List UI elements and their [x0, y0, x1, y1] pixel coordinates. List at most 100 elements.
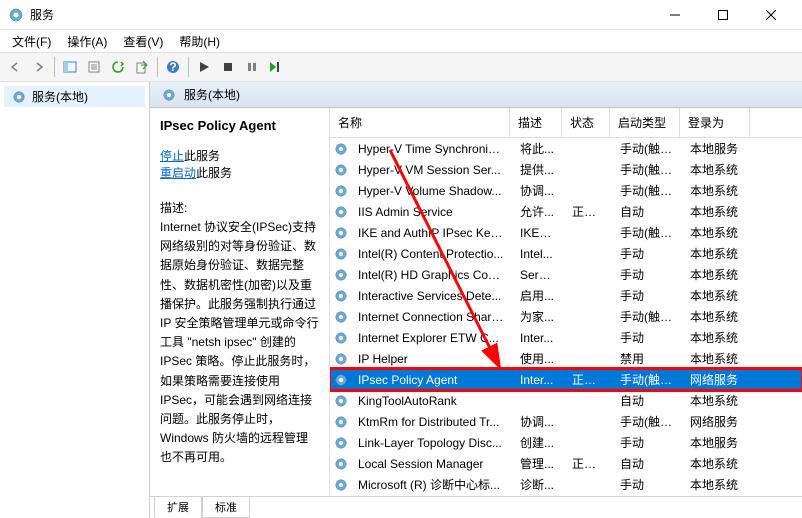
- gear-icon: [334, 352, 348, 366]
- cell-status: [564, 420, 612, 424]
- cell-desc: 创建...: [512, 432, 564, 453]
- service-row[interactable]: Local Session Manager管理...正在...自动本地系统: [330, 453, 802, 474]
- help-button[interactable]: ?: [162, 56, 184, 78]
- cell-status: [564, 189, 612, 193]
- cell-name: Interactive Services Dete...: [350, 287, 512, 305]
- back-button[interactable]: [4, 56, 26, 78]
- tab-extended[interactable]: 扩展: [154, 497, 202, 518]
- cell-logon: 本地系统: [682, 201, 752, 222]
- cell-name: Intel(R) HD Graphics Con...: [350, 266, 512, 284]
- service-row[interactable]: Intel(R) HD Graphics Con...Servi...手动本地系…: [330, 264, 802, 285]
- properties-button[interactable]: [83, 56, 105, 78]
- menu-view[interactable]: 查看(V): [115, 31, 171, 52]
- cell-desc: [512, 399, 564, 403]
- svg-text:?: ?: [169, 60, 176, 74]
- column-start[interactable]: 启动类型: [610, 108, 680, 137]
- column-status[interactable]: 状态: [562, 108, 610, 137]
- service-row[interactable]: Link-Layer Topology Disc...创建...手动本地服务: [330, 432, 802, 453]
- cell-start: 手动: [612, 327, 682, 348]
- cell-logon: 本地系统: [682, 327, 752, 348]
- cell-name: KtmRm for Distributed Tr...: [350, 413, 512, 431]
- cell-start: 手动(触发...: [612, 222, 682, 243]
- service-row[interactable]: KingToolAutoRank自动本地系统: [330, 390, 802, 411]
- close-button[interactable]: [748, 1, 794, 29]
- menu-action[interactable]: 操作(A): [59, 31, 115, 52]
- cell-status: 正在...: [564, 369, 612, 390]
- cell-name: Intel(R) Content Protectio...: [350, 245, 512, 263]
- cell-desc: 启用...: [512, 285, 564, 306]
- app-icon: [8, 7, 24, 23]
- cell-start: 手动: [612, 285, 682, 306]
- titlebar: 服务: [0, 0, 802, 30]
- cell-status: [564, 315, 612, 319]
- service-row[interactable]: Hyper-V Time Synchroniz...将此...手动(触发...本…: [330, 138, 802, 159]
- cell-logon: 本地系统: [682, 159, 752, 180]
- detail-service-name: IPsec Policy Agent: [160, 118, 319, 133]
- tree-root-services[interactable]: 服务(本地): [4, 86, 145, 107]
- refresh-button[interactable]: [107, 56, 129, 78]
- service-row[interactable]: Interactive Services Dete...启用...手动本地系统: [330, 285, 802, 306]
- gear-icon: [334, 247, 348, 261]
- cell-desc: 允许...: [512, 201, 564, 222]
- service-row[interactable]: Hyper-V VM Session Ser...提供...手动(触发...本地…: [330, 159, 802, 180]
- cell-status: [564, 441, 612, 445]
- service-row[interactable]: KtmRm for Distributed Tr...协调...手动(触发...…: [330, 411, 802, 432]
- cell-desc: Servi...: [512, 266, 564, 284]
- stop-service-button[interactable]: [217, 56, 239, 78]
- cell-start: 自动: [612, 453, 682, 474]
- service-row[interactable]: Microsoft (R) 诊断中心标...诊断...手动本地系统: [330, 474, 802, 495]
- cell-desc: 将此...: [512, 138, 564, 159]
- column-name[interactable]: 名称: [330, 108, 510, 137]
- service-row[interactable]: IP Helper使用...禁用本地系统: [330, 348, 802, 369]
- cell-start: 手动: [612, 264, 682, 285]
- cell-logon: 本地服务: [682, 432, 752, 453]
- minimize-button[interactable]: [652, 1, 698, 29]
- gear-icon: [334, 394, 348, 408]
- menu-file[interactable]: 文件(F): [4, 31, 59, 52]
- cell-status: [564, 252, 612, 256]
- cell-status: [564, 483, 612, 487]
- service-row[interactable]: IPsec Policy AgentInter...正在...手动(触发...网…: [330, 369, 802, 390]
- cell-desc: 诊断...: [512, 474, 564, 495]
- cell-logon: 本地服务: [682, 138, 752, 159]
- gear-icon: [334, 184, 348, 198]
- service-row[interactable]: Internet Explorer ETW C...Inter...手动本地系统: [330, 327, 802, 348]
- restart-service-link[interactable]: 重启动: [160, 166, 196, 180]
- cell-desc: Inter...: [512, 371, 564, 389]
- gear-icon: [334, 415, 348, 429]
- cell-status: 正在...: [564, 201, 612, 222]
- tab-standard[interactable]: 标准: [202, 497, 250, 518]
- cell-name: Internet Connection Shari...: [350, 308, 512, 326]
- maximize-button[interactable]: [700, 1, 746, 29]
- service-row[interactable]: IKE and AuthIP IPsec Key...IKEE...手动(触发.…: [330, 222, 802, 243]
- gear-icon: [334, 457, 348, 471]
- gear-icon: [334, 310, 348, 324]
- stop-service-link[interactable]: 停止: [160, 149, 184, 163]
- tree-root-label: 服务(本地): [32, 88, 88, 105]
- show-hide-tree-button[interactable]: [59, 56, 81, 78]
- window-title: 服务: [30, 6, 652, 23]
- cell-desc: 协调...: [512, 180, 564, 201]
- services-list[interactable]: 名称 描述 状态 启动类型 登录为 Hyper-V Time Synchroni…: [330, 108, 802, 496]
- forward-button[interactable]: [28, 56, 50, 78]
- cell-name: Hyper-V VM Session Ser...: [350, 161, 512, 179]
- cell-logon: 网络服务: [682, 369, 752, 390]
- service-row[interactable]: Hyper-V Volume Shadow...协调...手动(触发...本地系…: [330, 180, 802, 201]
- cell-start: 手动(触发...: [612, 159, 682, 180]
- cell-start: 手动(触发...: [612, 306, 682, 327]
- cell-name: Internet Explorer ETW C...: [350, 329, 512, 347]
- service-row[interactable]: Intel(R) Content Protectio...Intel...手动本…: [330, 243, 802, 264]
- cell-start: 手动: [612, 474, 682, 495]
- column-logon[interactable]: 登录为: [680, 108, 750, 137]
- column-desc[interactable]: 描述: [510, 108, 562, 137]
- menu-help[interactable]: 帮助(H): [171, 31, 228, 52]
- service-row[interactable]: Internet Connection Shari...为家...手动(触发..…: [330, 306, 802, 327]
- start-service-button[interactable]: [193, 56, 215, 78]
- cell-name: IIS Admin Service: [350, 203, 512, 221]
- pause-service-button[interactable]: [241, 56, 263, 78]
- service-row[interactable]: IIS Admin Service允许...正在...自动本地系统: [330, 201, 802, 222]
- restart-service-button[interactable]: [265, 56, 287, 78]
- cell-status: [564, 231, 612, 235]
- export-button[interactable]: [131, 56, 153, 78]
- cell-logon: 网络服务: [682, 411, 752, 432]
